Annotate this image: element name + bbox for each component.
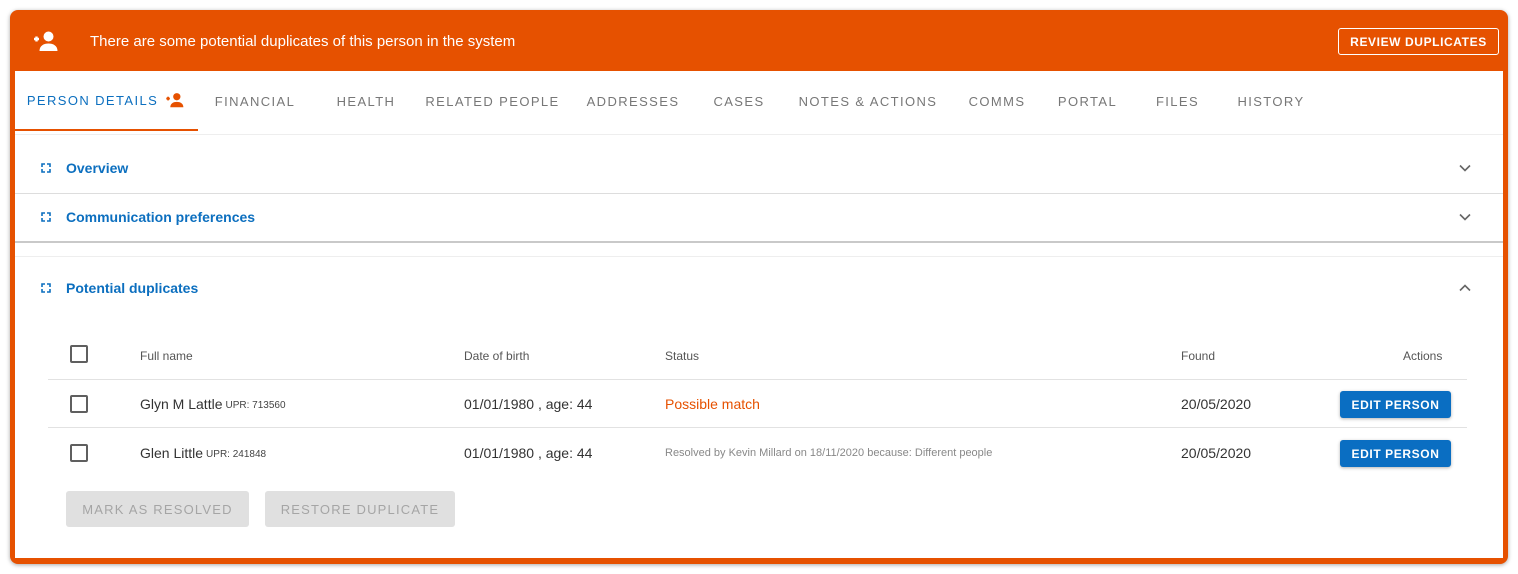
- duplicates-section-title: Potential duplicates: [66, 280, 199, 296]
- tab-portal[interactable]: PORTAL: [1045, 71, 1130, 131]
- header-actions: Actions: [1403, 349, 1443, 363]
- review-duplicates-button[interactable]: REVIEW DUPLICATES: [1338, 28, 1499, 55]
- tab-addresses[interactable]: ADDRESSES: [577, 71, 689, 131]
- header-full-name: Full name: [140, 349, 193, 363]
- status-cell: Possible match: [665, 396, 760, 412]
- section-gap: [15, 243, 1503, 257]
- tab-cases[interactable]: CASES: [695, 71, 783, 131]
- comms-section-header[interactable]: Communication preferences: [15, 193, 1503, 241]
- overview-section-header[interactable]: Overview: [15, 144, 1503, 192]
- duplicate-banner: There are some potential duplicates of t…: [10, 10, 1508, 71]
- banner-message: There are some potential duplicates of t…: [90, 33, 516, 50]
- upr-number: UPR: 241848: [206, 449, 267, 460]
- table-header-row: Full name Date of birth Status Found Act…: [48, 332, 1467, 380]
- chevron-down-icon[interactable]: [1459, 164, 1471, 172]
- person-panel: PERSON DETAILS FINANCIAL HEALTH RELATED …: [15, 71, 1503, 558]
- found-cell: 20/05/2020: [1181, 445, 1252, 461]
- status-cell: Resolved by Kevin Millard on 18/11/2020 …: [665, 447, 993, 459]
- full-name-cell: Glyn M Lattle UPR: 713560: [140, 380, 286, 428]
- expand-icon: [41, 283, 51, 293]
- full-name-cell: Glen Little UPR: 241848: [140, 429, 266, 477]
- person-name: Glen Little: [140, 445, 204, 461]
- table-row: Glen Little UPR: 241848 01/01/1980 , age…: [48, 429, 1467, 477]
- tab-related-people[interactable]: RELATED PEOPLE: [415, 71, 570, 131]
- person-add-icon: [166, 93, 184, 108]
- dob-cell: 01/01/1980 , age: 44: [464, 396, 593, 412]
- tab-person-details[interactable]: PERSON DETAILS: [15, 71, 198, 131]
- dob-cell: 01/01/1980 , age: 44: [464, 445, 593, 461]
- person-name: Glyn M Lattle: [140, 396, 223, 412]
- tab-files[interactable]: FILES: [1135, 71, 1220, 131]
- expand-icon: [41, 212, 51, 222]
- tab-health[interactable]: HEALTH: [321, 71, 411, 131]
- edit-person-button[interactable]: EDIT PERSON: [1340, 391, 1451, 418]
- header-found: Found: [1181, 349, 1216, 363]
- comms-section-title: Communication preferences: [66, 209, 256, 225]
- upr-number: UPR: 713560: [225, 400, 286, 411]
- chevron-up-icon[interactable]: [1459, 284, 1471, 292]
- header-status: Status: [665, 349, 700, 363]
- found-cell: 20/05/2020: [1181, 396, 1252, 412]
- row-checkbox[interactable]: [70, 395, 88, 413]
- tab-financial[interactable]: FINANCIAL: [205, 71, 305, 131]
- duplicates-section-header[interactable]: Potential duplicates: [15, 264, 1503, 312]
- expand-icon: [41, 163, 51, 173]
- restore-duplicate-button[interactable]: RESTORE DUPLICATE: [265, 491, 455, 527]
- tab-bar: PERSON DETAILS FINANCIAL HEALTH RELATED …: [15, 71, 1503, 135]
- tab-notes-actions[interactable]: NOTES & ACTIONS: [787, 71, 949, 131]
- tab-label: PERSON DETAILS: [26, 92, 159, 108]
- person-add-icon: [34, 31, 58, 51]
- header-dob: Date of birth: [464, 349, 530, 363]
- edit-person-button[interactable]: EDIT PERSON: [1340, 440, 1451, 467]
- row-checkbox[interactable]: [70, 444, 88, 462]
- duplicate-alert-frame: There are some potential duplicates of t…: [10, 10, 1508, 564]
- mark-as-resolved-button[interactable]: MARK AS RESOLVED: [66, 491, 249, 527]
- chevron-down-icon[interactable]: [1459, 213, 1471, 221]
- select-all-checkbox[interactable]: [70, 345, 88, 363]
- overview-section-title: Overview: [66, 160, 129, 176]
- table-row: Glyn M Lattle UPR: 713560 01/01/1980 , a…: [48, 380, 1467, 428]
- tab-comms[interactable]: COMMS: [953, 71, 1041, 131]
- tab-history[interactable]: HISTORY: [1223, 71, 1319, 131]
